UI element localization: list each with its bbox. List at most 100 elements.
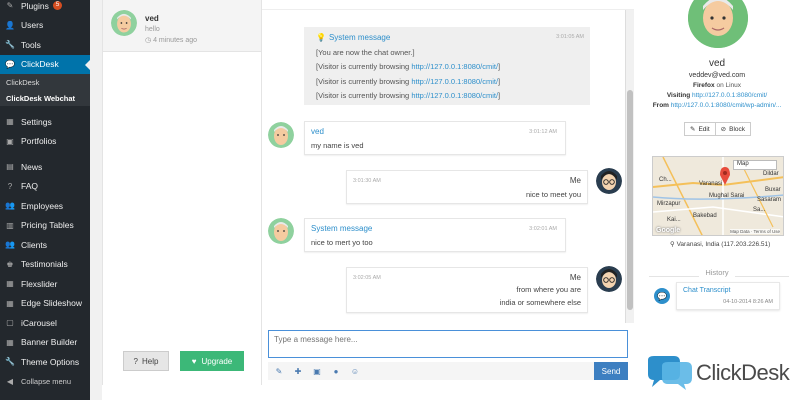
sidebar-item-settings[interactable]: ▦ Settings [0, 112, 90, 132]
panel-buttons: ? Help ♥ Upgrade [103, 351, 263, 371]
attach-icon[interactable]: ✎ [274, 366, 284, 376]
send-button[interactable]: Send [594, 362, 628, 380]
browsing-link[interactable]: http://127.0.0.1:8080/cmit/ [411, 77, 498, 86]
portfolio-icon: ▣ [6, 136, 14, 146]
sidebar-item-faq[interactable]: ? FAQ [0, 177, 90, 197]
scrollbar-thumb[interactable] [627, 90, 633, 310]
sidebar-item-users[interactable]: 👤 Users [0, 16, 90, 36]
visitor-time: ◷ 4 minutes ago [145, 37, 198, 44]
chat-message: System message 3:02:01 AM nice to mert y… [304, 218, 566, 252]
history-title: History [634, 268, 800, 277]
profile-location: ⚲ Varanasi, India (117.203.226.51) [670, 241, 771, 248]
testimonials-icon: ♚ [6, 259, 14, 269]
system-line: [Visitor is currently browsing http://12… [316, 62, 501, 71]
help-button[interactable]: ? Help [123, 351, 169, 371]
browsing-link[interactable]: http://127.0.0.1:8080/cmit/ [411, 62, 498, 71]
collapse-icon: ◀ [6, 376, 14, 386]
map-label: Sa... [753, 207, 766, 213]
upgrade-button[interactable]: ♥ Upgrade [180, 351, 244, 371]
heart-icon: ♥ [191, 356, 197, 366]
carousel-icon: ▢ [6, 318, 14, 328]
visitor-list-panel: ved hello ◷ 4 minutes ago ? Help ♥ Upgrade [102, 0, 262, 385]
visitor-list-item[interactable]: ved hello ◷ 4 minutes ago [103, 0, 261, 52]
browsing-link[interactable]: http://127.0.0.1:8080/cmit/ [411, 91, 498, 100]
profile-browser: Firefox on Linux [692, 82, 742, 89]
system-message: 💡 System message 3:01:05 AM [You are now … [304, 27, 590, 105]
content-gutter [90, 0, 102, 400]
question-icon: ? [7, 181, 13, 191]
clickdesk-logo-text: ClickDesk [696, 360, 790, 385]
sidebar-item-news[interactable]: ▤ News [0, 157, 90, 177]
collapse-menu-button[interactable]: ◀ Collapse menu [0, 372, 90, 392]
sidebar-item-banner-builder[interactable]: ▦ Banner Builder [0, 333, 90, 353]
clock-icon: ◷ [145, 37, 154, 44]
message-sender: ved [311, 127, 324, 136]
sidebar-item-edge-slideshow[interactable]: ▦ Edge Slideshow [0, 294, 90, 314]
map-label: Mirzapur [657, 201, 681, 207]
message-sender: Me [569, 176, 581, 185]
message-time: 3:02:01 AM [529, 226, 557, 232]
message-text: nice to meet you [525, 190, 581, 199]
chat-message: ved 3:01:12 AM my name is ved [304, 121, 566, 155]
composer-toolbar: ✎ ✚ ▣ ● ☺ [268, 362, 628, 380]
map-label: Varanasi [699, 181, 723, 187]
system-message-title: 💡 System message [316, 33, 391, 42]
question-icon: ? [133, 356, 138, 366]
sidebar-item-employees[interactable]: 👥 Employees [0, 196, 90, 216]
submenu-item-clickdesk[interactable]: ClickDesk [0, 74, 90, 90]
map-label: Mughal Sarai [709, 193, 745, 199]
map-footer[interactable]: Map Data · Terms of Use [730, 229, 780, 234]
visitor-name: ved [145, 14, 159, 23]
message-input[interactable] [268, 330, 628, 358]
sidebar-item-tools[interactable]: 🔧 Tools [0, 35, 90, 55]
clickdesk-logo-icon [648, 356, 692, 390]
location-map[interactable]: Map Dildar Varanasi Mughal Sarai Mirzapu… [652, 156, 784, 236]
users-icon: 👤 [5, 20, 15, 30]
transcript-time: 04-10-2014 8:26 AM [723, 299, 773, 305]
record-icon[interactable]: ● [331, 366, 341, 376]
sidebar-item-testimonials[interactable]: ♚ Testimonials [0, 255, 90, 275]
wrench-icon: 🔧 [5, 40, 15, 50]
sidebar-item-plugins[interactable]: ✎ Plugins 5 [0, 0, 90, 16]
sidebar-item-theme-options[interactable]: 🔧 Theme Options [0, 352, 90, 372]
chat-transcript-item[interactable]: Chat Transcript 04-10-2014 8:26 AM [676, 282, 780, 310]
news-icon: ▤ [6, 162, 14, 172]
sidebar-item-portfolios[interactable]: ▣ Portfolios [0, 132, 90, 152]
sidebar-item-clients[interactable]: 👥 Clients [0, 235, 90, 255]
sidebar-item-pricing-tables[interactable]: ▥ Pricing Tables [0, 216, 90, 236]
slider-icon: ▦ [6, 279, 14, 289]
slideshow-icon: ▦ [6, 298, 14, 308]
chat-area: 💡 System message 3:01:05 AM [You are now … [262, 0, 634, 385]
edit-icon: ✎ [690, 126, 696, 133]
map-label: Ch... [659, 177, 672, 183]
edit-button[interactable]: ✎ Edit [684, 122, 716, 136]
system-line: [You are now the chat owner.] [316, 47, 415, 57]
submenu-item-clickdesk-webchat[interactable]: ClickDesk Webchat [0, 90, 90, 106]
sidebar-item-clickdesk[interactable]: 💬 ClickDesk [0, 54, 90, 74]
calendar-icon[interactable]: ▣ [312, 366, 322, 376]
visitor-info: ved hello ◷ 4 minutes ago [145, 14, 197, 44]
block-button[interactable]: ⊘ Block [715, 122, 752, 136]
from-link[interactable]: http://127.0.0.1:8080/cmit/wp-admin/... [671, 102, 782, 109]
chat-scrollbar[interactable] [625, 10, 634, 323]
system-message-time: 3:01:05 AM [556, 34, 584, 40]
clients-icon: 👥 [5, 240, 15, 250]
message-sender: System message [311, 224, 373, 233]
chat-top-bar [262, 0, 634, 10]
sidebar-item-flexslider[interactable]: ▦ Flexslider [0, 274, 90, 294]
message-text: from where you are [516, 285, 581, 294]
map-type-select[interactable]: Map [733, 160, 777, 170]
location-pin-icon: ⚲ [670, 241, 677, 248]
system-line: [Visitor is currently browsing http://12… [316, 76, 501, 86]
chat-messages: 💡 System message 3:01:05 AM [You are now … [262, 10, 624, 323]
plus-icon[interactable]: ✚ [293, 366, 303, 376]
pricing-icon: ▥ [6, 220, 14, 230]
sidebar-item-icarousel[interactable]: ▢ iCarousel [0, 313, 90, 333]
profile-name: ved [708, 58, 726, 69]
chat-message: Me 3:01:30 AM nice to meet you [346, 170, 588, 204]
transcript-chat-icon: 💬 [654, 288, 670, 304]
smiley-icon[interactable]: ☺ [350, 366, 360, 376]
visiting-link[interactable]: http://127.0.0.1:8080/cmit/ [692, 92, 767, 99]
message-sender: Me [569, 273, 581, 282]
agent-avatar [596, 168, 622, 194]
